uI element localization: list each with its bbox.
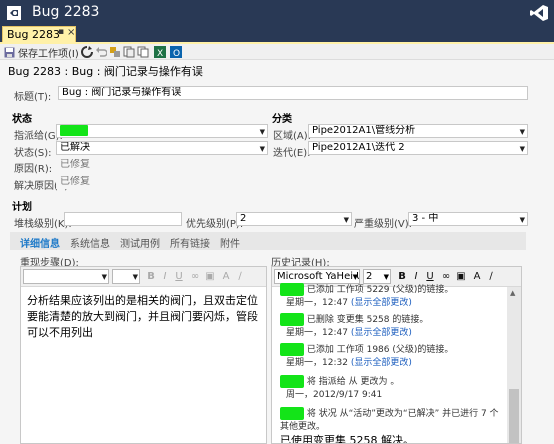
document-tab-strip: Bug 2283 ▪ × bbox=[0, 26, 554, 42]
redacted-assignee bbox=[60, 125, 88, 136]
history-font-select[interactable]: Microsoft YaHei U bbox=[274, 269, 360, 284]
underline-icon[interactable]: U bbox=[173, 270, 185, 283]
history-panel[interactable]: Microsoft YaHei U 2 B I U ∞ ▣ A ∕ 已添加 工作… bbox=[271, 266, 522, 444]
show-all-changes-link[interactable]: (显示全部更改) bbox=[351, 328, 412, 338]
tab-label: Bug 2283 bbox=[7, 28, 60, 41]
refresh-icon[interactable] bbox=[81, 46, 93, 58]
tab-attachments[interactable]: 附件 bbox=[220, 235, 240, 250]
repro-format-toolbar: B I U ∞ ▣ A ∕ bbox=[21, 267, 266, 287]
stack-rank-field[interactable] bbox=[64, 212, 182, 226]
repro-steps-text: 分析结果应该列出的是相关的阀门，且双击定位要能清楚的放大到阀门，并且阀门要闪烁，… bbox=[27, 294, 258, 339]
work-item-heading: Bug 2283 : Bug : 阀门记录与操作有误 bbox=[8, 65, 203, 78]
excel-icon[interactable]: X bbox=[154, 46, 166, 58]
status-section-heading: 状态 bbox=[12, 114, 32, 125]
redacted-user bbox=[280, 283, 304, 296]
reason-label: 原因(R): bbox=[14, 164, 53, 175]
svg-text:X: X bbox=[157, 49, 163, 58]
visual-studio-icon bbox=[530, 5, 548, 21]
severity-select[interactable]: 3 - 中 bbox=[408, 212, 528, 226]
history-entry: 将 指派给 从 更改为 。 周一，2012/9/17 9:41 bbox=[280, 375, 508, 402]
copy-template-icon[interactable] bbox=[123, 46, 135, 58]
bold-icon[interactable]: B bbox=[396, 270, 408, 283]
tab-test-cases[interactable]: 测试用例 bbox=[120, 235, 160, 250]
priority-label: 优先级别(P): bbox=[186, 219, 244, 230]
redacted-user bbox=[280, 375, 304, 388]
bold-icon[interactable]: B bbox=[145, 270, 157, 283]
history-size-select[interactable]: 2 bbox=[363, 269, 391, 284]
state-select[interactable]: 已解决 bbox=[56, 141, 268, 155]
history-entry: 已添加 工作项 1986 (父级)的链接。 星期一，12:32 (显示全部更改) bbox=[280, 343, 508, 370]
highlight-icon[interactable]: ∕ bbox=[485, 270, 497, 283]
pin-icon[interactable]: ▪ bbox=[58, 27, 64, 37]
area-label: 区域(A): bbox=[273, 131, 312, 142]
classification-section-heading: 分类 bbox=[272, 114, 292, 125]
history-scrollbar[interactable]: ▲ bbox=[507, 287, 521, 443]
repro-size-select[interactable] bbox=[112, 269, 140, 284]
insert-image-icon[interactable]: ▣ bbox=[204, 270, 216, 283]
outlook-icon[interactable]: O bbox=[170, 46, 182, 58]
redacted-user bbox=[280, 407, 304, 420]
underline-icon[interactable]: U bbox=[424, 270, 436, 283]
history-entry: 将 状况 从“活动”更改为“已解决” 并已进行 7 个其他更改。 bbox=[280, 407, 499, 432]
close-icon[interactable]: × bbox=[67, 27, 75, 38]
font-color-icon[interactable]: A bbox=[471, 270, 483, 283]
title-field[interactable]: Bug : 阀门记录与操作有误 bbox=[58, 86, 528, 100]
tab-all-links[interactable]: 所有链接 bbox=[170, 235, 210, 250]
title-label: 标题(T): bbox=[14, 92, 52, 103]
bug-app-icon bbox=[7, 6, 21, 20]
resolved-reason-field: 已修复 bbox=[56, 175, 268, 189]
assigned-to-select[interactable] bbox=[56, 124, 268, 138]
italic-icon[interactable]: I bbox=[159, 270, 171, 283]
repro-steps-editor[interactable]: B I U ∞ ▣ A ∕ 分析结果应该列出的是相关的阀门，且双击定位要能清楚的… bbox=[20, 266, 267, 444]
insert-link-icon[interactable]: ∞ bbox=[189, 270, 201, 283]
history-last-line: 已使用变更集 5258 解决。 bbox=[280, 434, 414, 444]
show-all-changes-link[interactable]: (显示全部更改) bbox=[351, 358, 412, 368]
tab-bug-2283[interactable]: Bug 2283 ▪ × bbox=[2, 26, 76, 42]
font-color-icon[interactable]: A bbox=[220, 270, 232, 283]
scrollbar-thumb[interactable] bbox=[509, 389, 519, 443]
tab-system-info[interactable]: 系统信息 bbox=[70, 235, 110, 250]
tab-details[interactable]: 详细信息 bbox=[20, 235, 60, 250]
undo-icon[interactable] bbox=[95, 46, 107, 58]
save-icon bbox=[4, 47, 15, 58]
highlight-icon[interactable]: ∕ bbox=[234, 270, 246, 283]
detail-tab-strip: 详细信息 系统信息 测试用例 所有链接 附件 bbox=[10, 232, 526, 250]
repro-font-select[interactable] bbox=[23, 269, 109, 284]
history-entry: 已添加 工作项 5229 (父级)的链接。 星期一，12:47 (显示全部更改) bbox=[280, 283, 508, 310]
history-entry: 已删除 变更集 5258 的链接。 星期一，12:47 (显示全部更改) bbox=[280, 313, 508, 340]
area-select[interactable]: Pipe2012A1\管线分析 bbox=[308, 124, 528, 138]
window-title: Bug 2283 bbox=[32, 4, 100, 20]
copy-icon[interactable] bbox=[137, 46, 149, 58]
new-linked-item-icon[interactable] bbox=[109, 46, 121, 58]
insert-link-icon[interactable]: ∞ bbox=[440, 270, 452, 283]
save-work-item-button[interactable]: 保存工作项(I) bbox=[4, 45, 79, 60]
redacted-user bbox=[280, 343, 304, 356]
insert-image-icon[interactable]: ▣ bbox=[455, 270, 467, 283]
state-label: 状态(S): bbox=[14, 148, 52, 159]
italic-icon[interactable]: I bbox=[410, 270, 422, 283]
iteration-select[interactable]: Pipe2012A1\迭代 2 bbox=[308, 141, 528, 155]
reason-field: 已修复 bbox=[56, 158, 268, 172]
priority-select[interactable]: 2 bbox=[236, 212, 352, 226]
work-item-document: 保存工作项(I) X O Bug 2283 : Bug : 阀门记录与操作有误 … bbox=[0, 42, 554, 444]
scroll-up-icon[interactable]: ▲ bbox=[510, 289, 515, 297]
redacted-user bbox=[280, 313, 304, 326]
svg-text:O: O bbox=[173, 49, 180, 58]
toolbar: 保存工作项(I) X O bbox=[0, 44, 554, 60]
iteration-label: 迭代(E): bbox=[273, 148, 311, 159]
history-list: 已添加 工作项 5229 (父级)的链接。 星期一，12:47 (显示全部更改)… bbox=[272, 283, 508, 444]
severity-label: 严重级别(V): bbox=[354, 219, 413, 230]
show-all-changes-link[interactable]: (显示全部更改) bbox=[351, 298, 412, 308]
save-button-label: 保存工作项(I) bbox=[18, 49, 79, 60]
title-bar: Bug 2283 bbox=[0, 0, 554, 26]
planning-section-heading: 计划 bbox=[12, 202, 32, 213]
